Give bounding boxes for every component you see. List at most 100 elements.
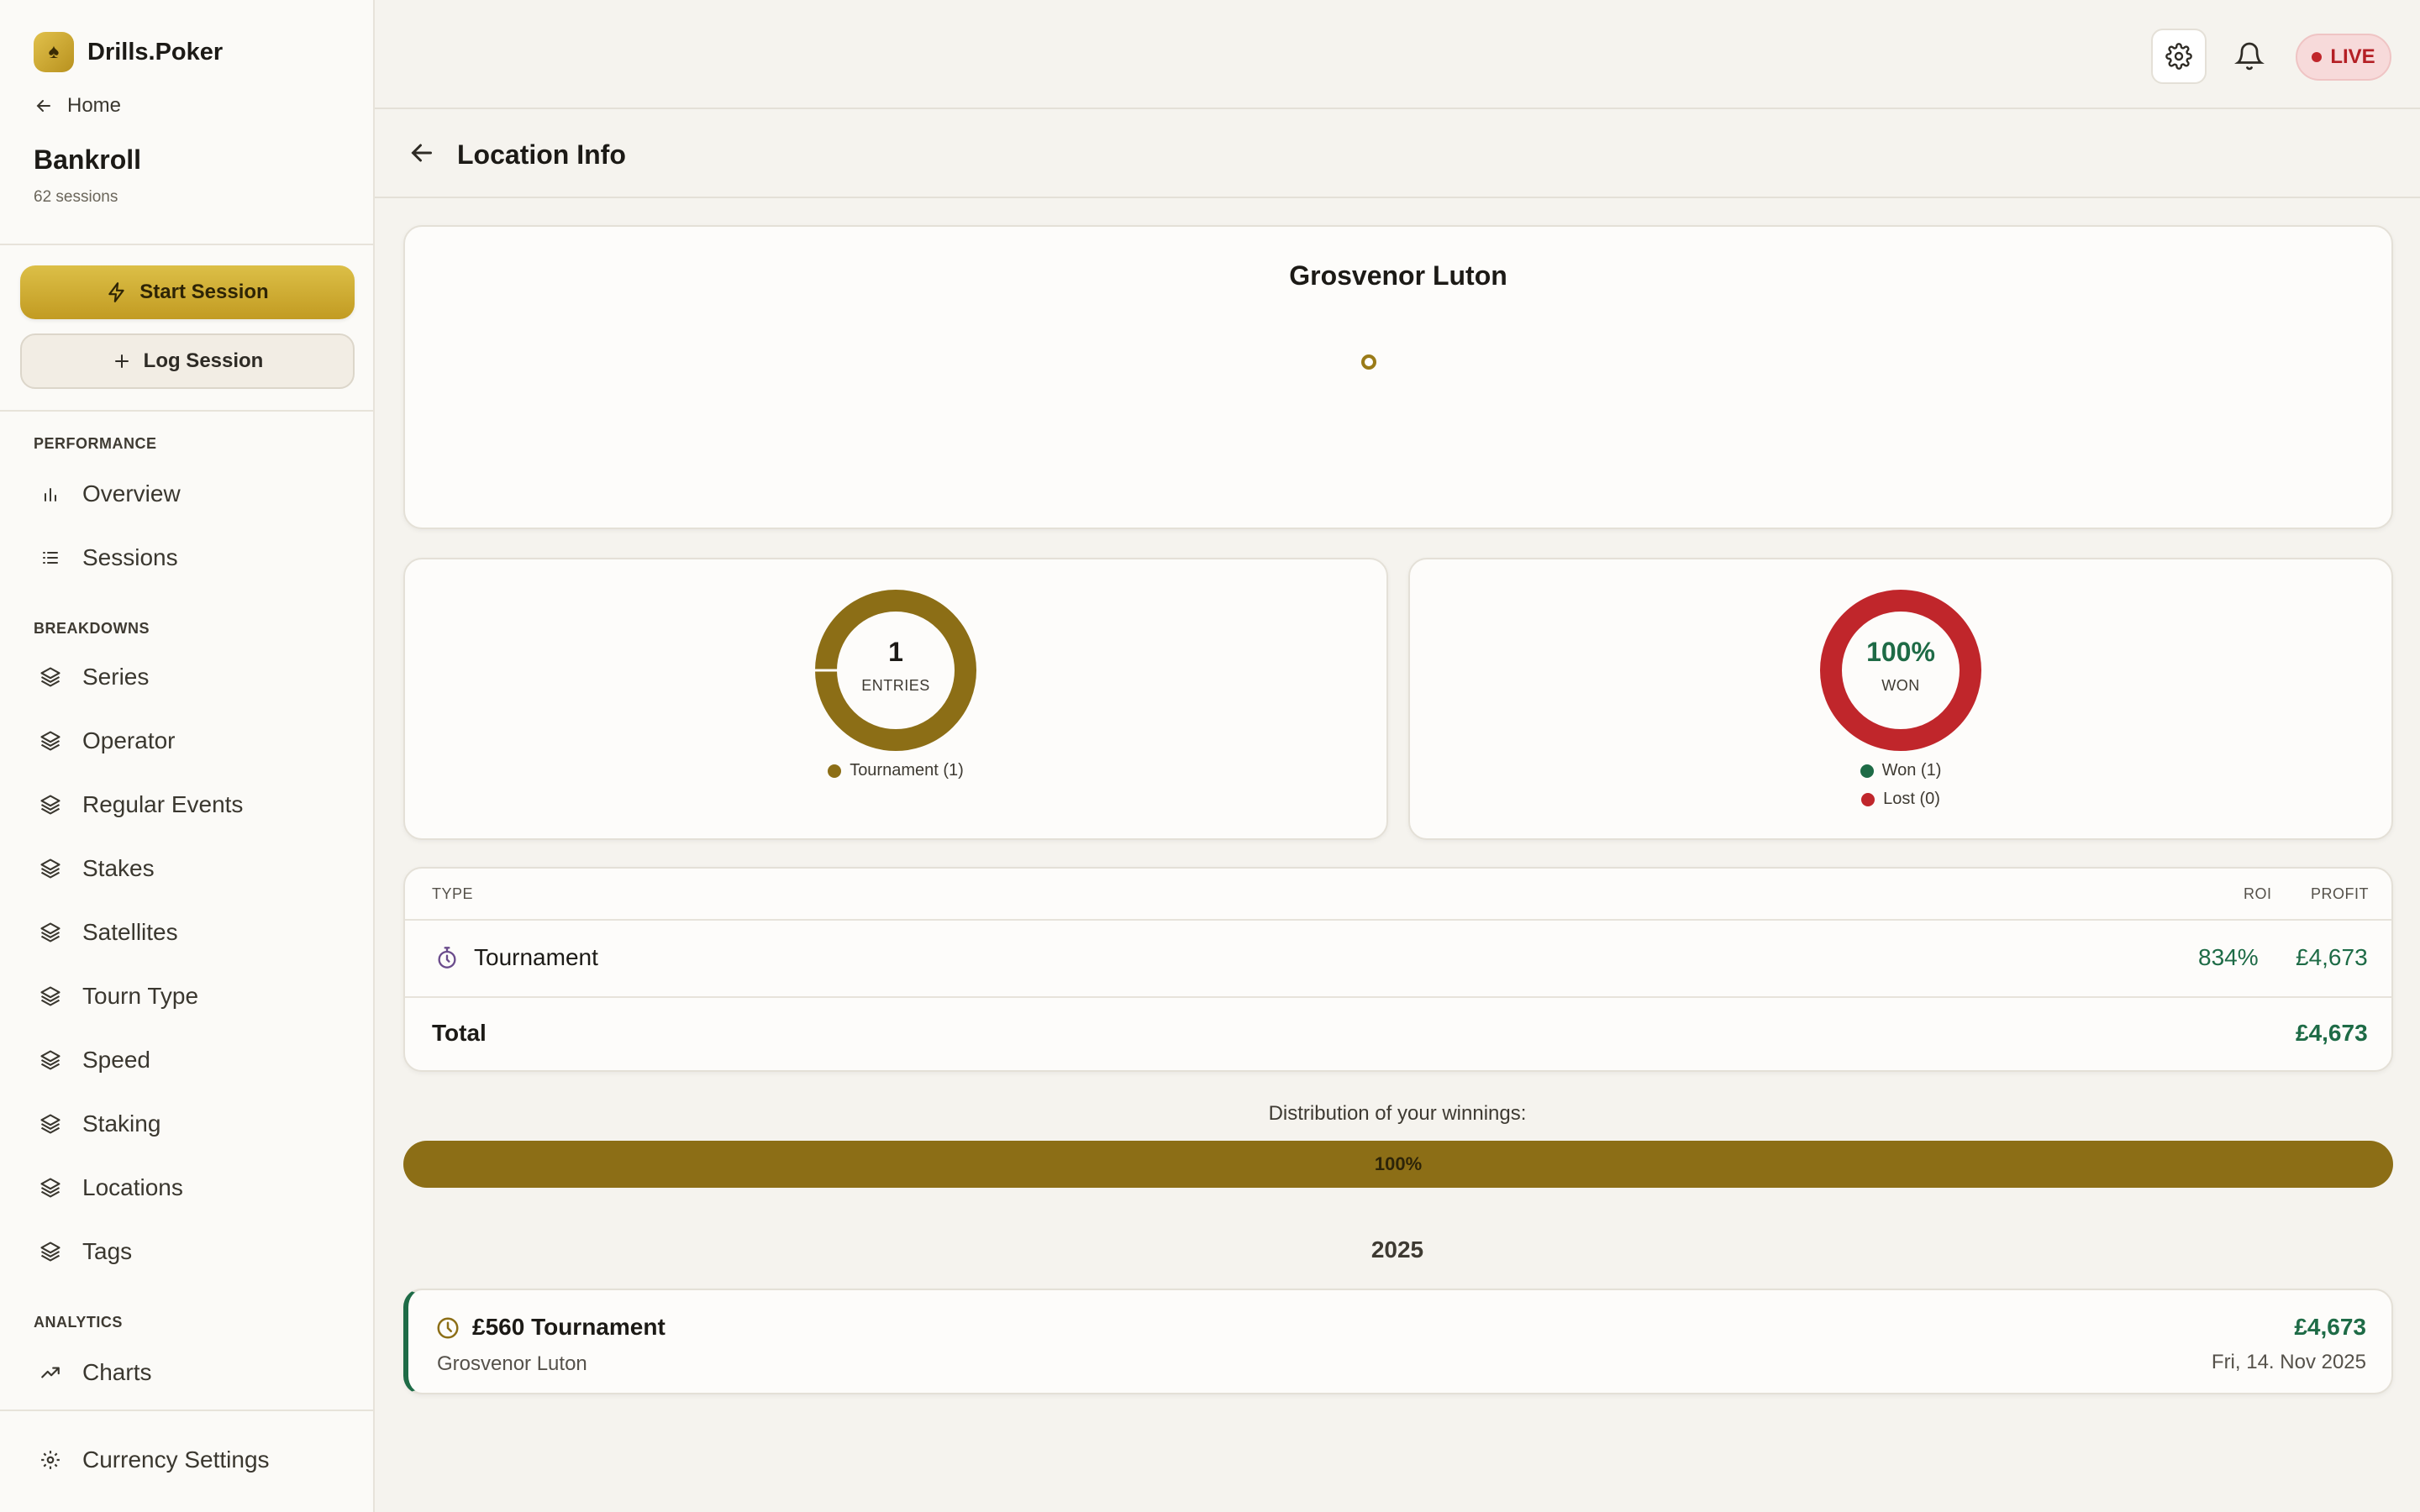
nav-series-label: Series — [82, 664, 150, 690]
nav-operator[interactable]: Operator — [37, 727, 176, 754]
nav-overview[interactable]: Overview — [37, 480, 181, 507]
legend-item: Tournament (1) — [405, 761, 1386, 780]
won-donut-ring — [1820, 590, 1981, 751]
legend-dot-icon — [1860, 764, 1874, 778]
live-badge[interactable]: LIVE — [2296, 34, 2391, 81]
nav-charts[interactable]: Charts — [37, 1359, 151, 1386]
row-type: Tournament — [474, 944, 598, 970]
layers-icon — [37, 791, 64, 818]
nav-sessions[interactable]: Sessions — [37, 544, 178, 571]
entries-donut: 1 ENTRIES — [813, 588, 978, 753]
section-performance: PERFORMANCE — [34, 435, 157, 452]
topbar: LIVE — [375, 0, 2420, 109]
divider — [405, 996, 2391, 998]
total-profit: £4,673 — [2296, 1020, 2368, 1046]
legend-label: Won (1) — [1881, 761, 1942, 780]
divider — [0, 1410, 373, 1411]
nav-staking[interactable]: Staking — [37, 1110, 160, 1137]
page-title: Location Info — [457, 139, 626, 170]
page-header: Location Info — [375, 109, 2420, 198]
location-marker-icon[interactable] — [1361, 354, 1376, 370]
section-breakdowns: BREAKDOWNS — [34, 620, 150, 637]
nav-satellites[interactable]: Satellites — [37, 919, 178, 946]
legend-label: Lost (0) — [1883, 790, 1940, 808]
table-header-type: TYPE — [432, 885, 474, 902]
location-name: Grosvenor Luton — [1289, 260, 1507, 291]
sidebar: ♠ Drills.Poker Home Bankroll 62 sessions… — [0, 0, 375, 1512]
nav-tags-label: Tags — [82, 1238, 133, 1264]
entries-value: 1 — [888, 637, 903, 667]
nav-tourn-type-label: Tourn Type — [82, 983, 199, 1009]
brand[interactable]: ♠ Drills.Poker — [34, 32, 223, 72]
layers-icon — [37, 1047, 64, 1074]
nav-speed[interactable]: Speed — [37, 1047, 150, 1074]
settings-button[interactable] — [2151, 29, 2207, 84]
distribution-fill: 100% — [403, 1141, 2393, 1188]
entries-donut-ring — [815, 590, 976, 751]
year-heading: 2025 — [1370, 1236, 1424, 1263]
legend-label: Tournament (1) — [850, 761, 964, 780]
distribution-label: Distribution of your winnings: — [1268, 1102, 1527, 1125]
won-card: 100% WON Won (1) Lost (0) — [1408, 558, 2393, 840]
table-header-roi: ROI — [2244, 885, 2272, 902]
section-analytics: ANALYTICS — [34, 1314, 123, 1331]
start-session-label: Start Session — [139, 281, 269, 303]
log-session-button[interactable]: Log Session — [20, 333, 355, 389]
won-label: WON — [1881, 677, 1920, 694]
divider — [0, 410, 373, 412]
nav-currency-settings-label: Currency Settings — [82, 1446, 270, 1473]
entries-label: ENTRIES — [861, 677, 930, 694]
nav-sessions-label: Sessions — [82, 544, 178, 570]
won-donut: 100% WON — [1818, 588, 1983, 753]
entry-profit: £4,673 — [2294, 1314, 2366, 1340]
row-profit: £4,673 — [2296, 944, 2368, 970]
legend-item-lost: Lost (0) — [1410, 790, 2391, 809]
row-roi: 834% — [2198, 944, 2259, 970]
layers-icon — [37, 855, 64, 882]
back-button[interactable] — [407, 138, 440, 171]
stopwatch-icon — [435, 946, 459, 974]
plus-icon — [114, 354, 129, 368]
home-label: Home — [67, 94, 122, 117]
layers-icon — [37, 664, 64, 690]
brand-name: Drills.Poker — [87, 38, 224, 66]
nav-stakes-label: Stakes — [82, 855, 155, 881]
nav-staking-label: Staking — [82, 1110, 161, 1137]
start-session-button[interactable]: Start Session — [20, 265, 355, 319]
entry-location: Grosvenor Luton — [437, 1352, 587, 1375]
type-table: TYPE ROI PROFIT Tournament 834% £4,673 T… — [403, 867, 2393, 1072]
location-card: Grosvenor Luton — [403, 225, 2393, 529]
trending-up-icon — [37, 1359, 64, 1386]
nav-stakes[interactable]: Stakes — [37, 855, 155, 882]
entries-card: 1 ENTRIES Tournament (1) — [403, 558, 1388, 840]
distribution-bar[interactable]: 100% — [403, 1141, 2393, 1188]
layers-icon — [37, 983, 64, 1010]
nav-locations-label: Locations — [82, 1174, 183, 1200]
lightning-icon — [108, 282, 124, 302]
notifications-button[interactable] — [2222, 29, 2277, 84]
layers-icon — [37, 1174, 64, 1201]
won-value: 100% — [1866, 637, 1935, 667]
nav-series[interactable]: Series — [37, 664, 149, 690]
nav-locations[interactable]: Locations — [37, 1174, 183, 1201]
home-link[interactable]: Home — [34, 94, 121, 118]
distribution-percent: 100% — [1374, 1153, 1423, 1174]
nav-regular-events[interactable]: Regular Events — [37, 791, 243, 818]
bar-chart-icon — [37, 480, 64, 507]
nav-tourn-type[interactable]: Tourn Type — [37, 983, 198, 1010]
nav-currency-settings[interactable]: Currency Settings — [37, 1446, 270, 1473]
legend-item-won: Won (1) — [1410, 761, 2391, 780]
session-entry[interactable]: £560 Tournament Grosvenor Luton £4,673 F… — [403, 1289, 2393, 1394]
divider — [405, 919, 2391, 921]
nav-satellites-label: Satellites — [82, 919, 178, 945]
log-session-label: Log Session — [143, 349, 264, 372]
spade-icon: ♠ — [34, 32, 74, 72]
list-icon — [37, 544, 64, 571]
nav-tags[interactable]: Tags — [37, 1238, 132, 1265]
arrow-left-icon — [411, 144, 432, 162]
nav-regular-events-label: Regular Events — [82, 791, 244, 817]
nav-speed-label: Speed — [82, 1047, 150, 1073]
page-heading: Bankroll — [34, 144, 142, 175]
gear-icon — [37, 1446, 64, 1473]
live-dot-icon — [2312, 52, 2323, 62]
